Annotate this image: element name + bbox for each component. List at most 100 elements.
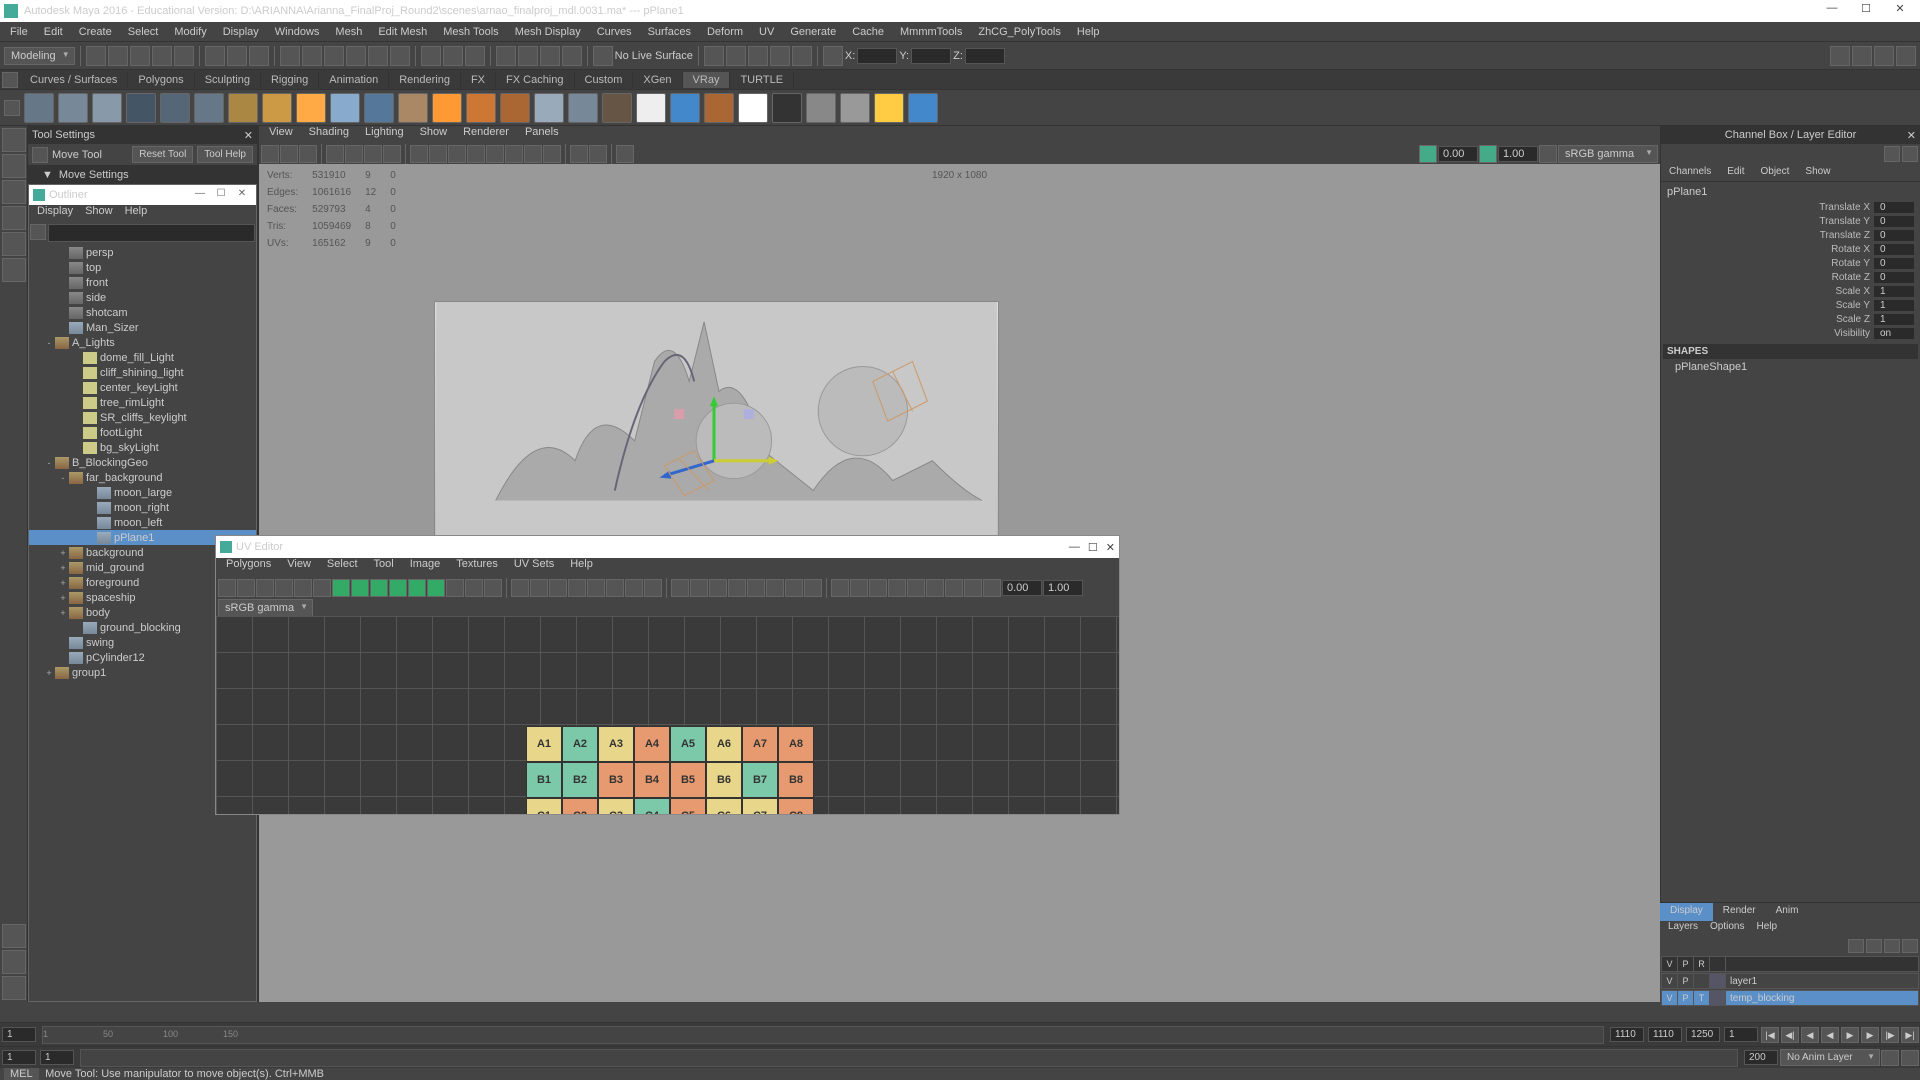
uv-gamma-dropdown[interactable]: sRGB gamma — [218, 599, 313, 617]
outliner-node-bg_skyLight[interactable]: bg_skyLight — [29, 440, 256, 455]
vp-ao-button[interactable] — [505, 145, 523, 163]
shelf-button-10[interactable] — [364, 93, 394, 123]
undo-button[interactable] — [152, 46, 172, 66]
output-button[interactable] — [443, 46, 463, 66]
uv-tool-13[interactable] — [465, 579, 483, 597]
outliner-node-shotcam[interactable]: shotcam — [29, 305, 256, 320]
shelf-edit-icon[interactable] — [4, 100, 20, 116]
save-scene-button[interactable] — [130, 46, 150, 66]
window-close[interactable]: ✕ — [1884, 2, 1916, 20]
uv-tool-15[interactable] — [511, 579, 529, 597]
sidebar-toggle-b[interactable] — [1852, 46, 1872, 66]
outliner-node-far_background[interactable]: -far_background — [29, 470, 256, 485]
cb-icon-b[interactable] — [1902, 146, 1918, 162]
uv-tool-3[interactable] — [275, 579, 293, 597]
uv-tool-38[interactable] — [964, 579, 982, 597]
outliner-menu-display[interactable]: Display — [31, 205, 79, 223]
shelf-button-12[interactable] — [432, 93, 462, 123]
vp-menu-lighting[interactable]: Lighting — [357, 126, 412, 144]
uv-menu-help[interactable]: Help — [562, 558, 601, 576]
rewind-button[interactable]: |◀ — [1761, 1027, 1779, 1043]
vp-bookmark-button[interactable] — [299, 145, 317, 163]
vp-menu-show[interactable]: Show — [412, 126, 456, 144]
vp-aa-button[interactable] — [543, 145, 561, 163]
autokey-button[interactable] — [1881, 1050, 1899, 1066]
uv-tool-10[interactable] — [408, 579, 426, 597]
uv-min[interactable]: — — [1069, 541, 1080, 554]
attr-scale-y[interactable]: Scale Y1 — [1663, 298, 1918, 312]
ipr-button[interactable] — [540, 46, 560, 66]
outliner-node-dome_fill_Light[interactable]: dome_fill_Light — [29, 350, 256, 365]
vp-smooth-button[interactable] — [429, 145, 447, 163]
uv-tool-33[interactable] — [869, 579, 887, 597]
snap-point-button[interactable] — [324, 46, 344, 66]
outliner-search[interactable] — [48, 224, 255, 242]
menu-create[interactable]: Create — [71, 26, 120, 38]
redo-button[interactable] — [174, 46, 194, 66]
menu-edit[interactable]: Edit — [36, 26, 71, 38]
shelf-tab-curves-surfaces[interactable]: Curves / Surfaces — [20, 72, 128, 88]
uv-tool-34[interactable] — [888, 579, 906, 597]
construction-history-button[interactable] — [496, 46, 516, 66]
menu-mesh-tools[interactable]: Mesh Tools — [435, 26, 506, 38]
uv-tool-27[interactable] — [747, 579, 765, 597]
layer-menu-layers[interactable]: Layers — [1662, 921, 1704, 937]
outliner-node-moon_left[interactable]: moon_left — [29, 515, 256, 530]
shelf-menu-icon[interactable] — [2, 72, 18, 88]
shelf-button-20[interactable] — [704, 93, 734, 123]
uv-tool-14[interactable] — [484, 579, 502, 597]
tool-help-button[interactable]: Tool Help — [197, 146, 253, 163]
vp-safe-button[interactable] — [383, 145, 401, 163]
shelf-button-14[interactable] — [500, 93, 530, 123]
window-maximize[interactable]: ☐ — [1850, 2, 1882, 20]
menu-cache[interactable]: Cache — [844, 26, 892, 38]
cb-tab-object[interactable]: Object — [1753, 164, 1798, 181]
menu-mesh-display[interactable]: Mesh Display — [507, 26, 589, 38]
menu-mmmmtools[interactable]: MmmmTools — [892, 26, 970, 38]
r4-field[interactable] — [1686, 1027, 1720, 1042]
uv-max[interactable]: ☐ — [1088, 541, 1098, 554]
outliner-node-Man_Sizer[interactable]: Man_Sizer — [29, 320, 256, 335]
layer-new-icon[interactable] — [1848, 939, 1864, 953]
uv-tool-1[interactable] — [237, 579, 255, 597]
time-track[interactable]: 150100150 — [42, 1026, 1604, 1044]
cb-tab-show[interactable]: Show — [1797, 164, 1838, 181]
layer-up-icon[interactable] — [1866, 939, 1882, 953]
cb-tab-channels[interactable]: Channels — [1661, 164, 1719, 181]
shelf-button-2[interactable] — [92, 93, 122, 123]
shelf-button-13[interactable] — [466, 93, 496, 123]
step-back-button[interactable]: ◀ — [1801, 1027, 1819, 1043]
shelf-button-26[interactable] — [908, 93, 938, 123]
layer-tab-render[interactable]: Render — [1713, 903, 1766, 921]
cb-icon-a[interactable] — [1884, 146, 1900, 162]
outliner-node-front[interactable]: front — [29, 275, 256, 290]
shelf-button-1[interactable] — [58, 93, 88, 123]
vp-light-button[interactable] — [467, 145, 485, 163]
layer-add-icon[interactable] — [1902, 939, 1918, 953]
shelf-button-7[interactable] — [262, 93, 292, 123]
range-end-field[interactable] — [40, 1050, 74, 1065]
play-fwd-button[interactable]: ▶ — [1841, 1027, 1859, 1043]
vp-res-gate-button[interactable] — [364, 145, 382, 163]
menu-zhcg_polytools[interactable]: ZhCG_PolyTools — [970, 26, 1069, 38]
vp-select-button[interactable] — [261, 145, 279, 163]
uv-tool-5[interactable] — [313, 579, 331, 597]
vp-texture-button[interactable] — [448, 145, 466, 163]
viewport-scene[interactable] — [434, 301, 999, 561]
vp-menu-shading[interactable]: Shading — [301, 126, 357, 144]
shelf-tab-animation[interactable]: Animation — [319, 72, 389, 88]
shelf-tab-fx-caching[interactable]: FX Caching — [496, 72, 574, 88]
shelf-tab-fx[interactable]: FX — [461, 72, 496, 88]
uv-tool-25[interactable] — [709, 579, 727, 597]
vp-motion-button[interactable] — [524, 145, 542, 163]
r3-field[interactable] — [1648, 1027, 1682, 1042]
shelf-button-17[interactable] — [602, 93, 632, 123]
snap-live-button[interactable] — [368, 46, 388, 66]
sidebar-toggle-a[interactable] — [1830, 46, 1850, 66]
shelf-button-25[interactable] — [874, 93, 904, 123]
step-fwd-key-button[interactable]: |▶ — [1881, 1027, 1899, 1043]
attr-rotate-x[interactable]: Rotate X0 — [1663, 242, 1918, 256]
menu-uv[interactable]: UV — [751, 26, 782, 38]
vp-menu-renderer[interactable]: Renderer — [455, 126, 517, 144]
menu-file[interactable]: File — [2, 26, 36, 38]
